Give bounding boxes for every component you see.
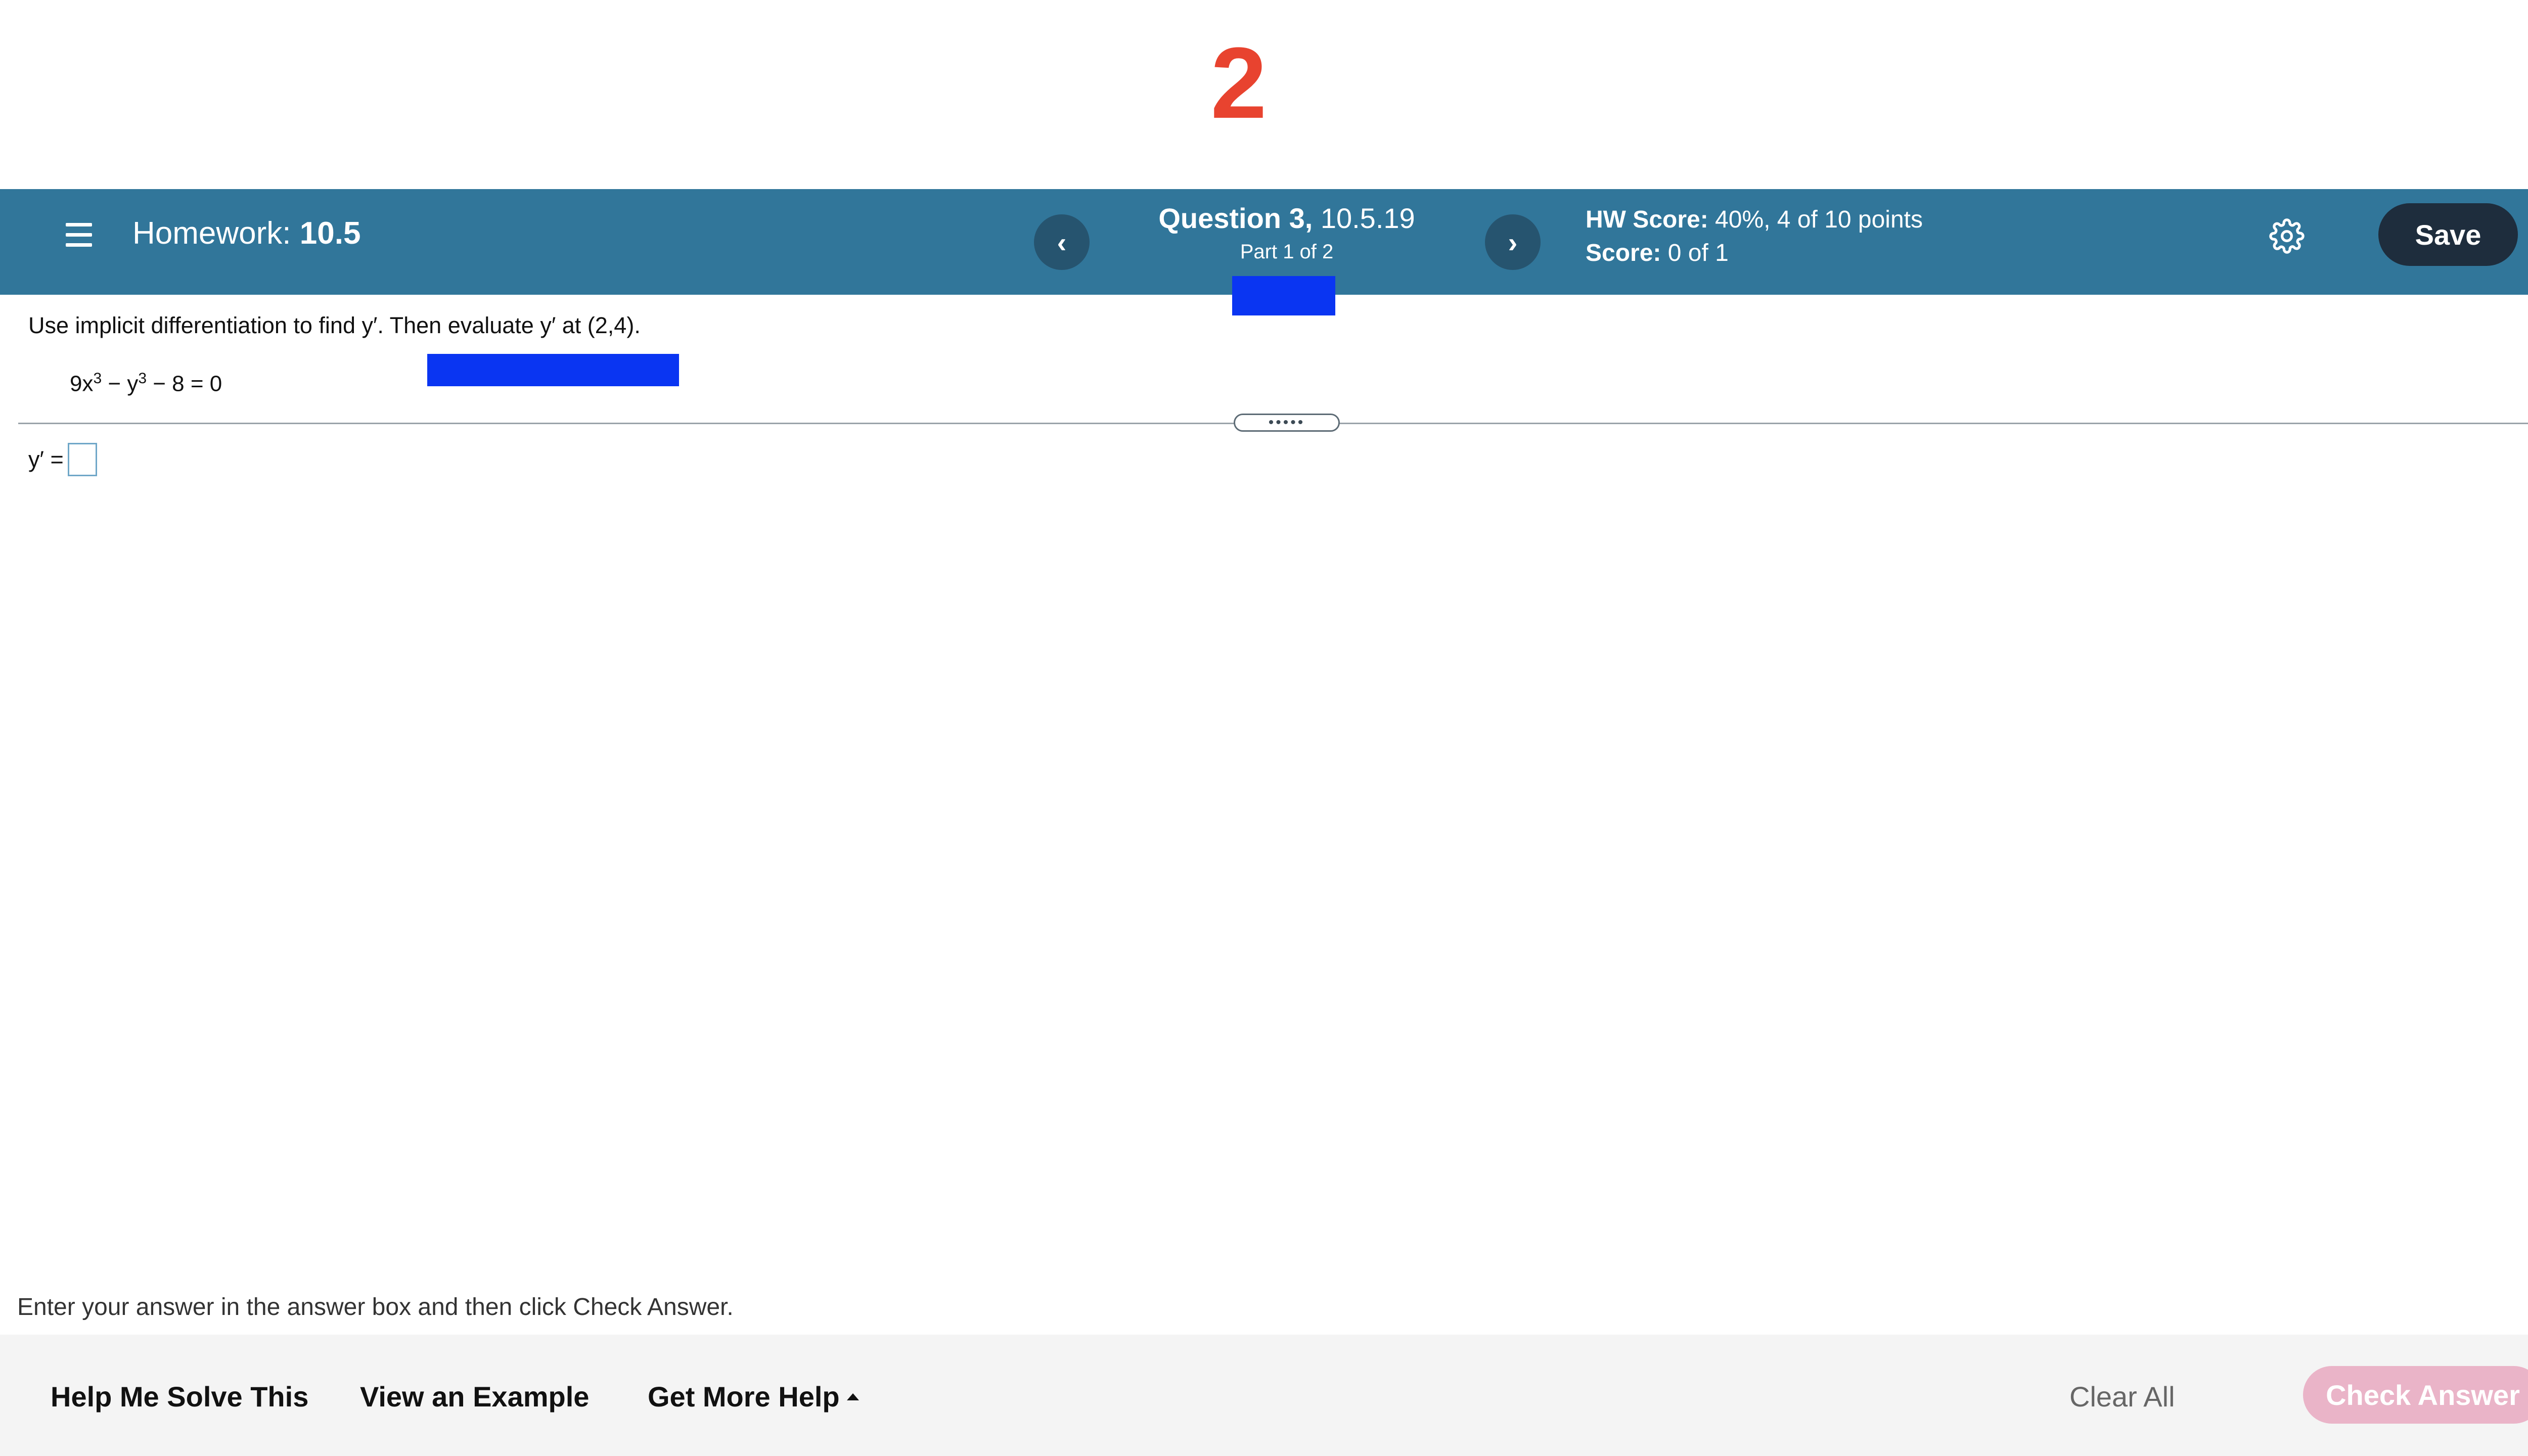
help-me-solve-button[interactable]: Help Me Solve This [51,1380,308,1413]
question-title: Question 3, 10.5.19 [1092,200,1481,237]
check-answer-button[interactable]: Check Answer [2303,1366,2528,1424]
equation-term: − y [102,371,139,396]
equation: 9x3 − y3 − 8 = 0 [70,370,222,397]
score-block: HW Score: 40%, 4 of 10 points Score: 0 o… [1586,203,1923,270]
top-marker: 2 [0,0,2528,189]
question-part: Part 1 of 2 [1240,240,1334,263]
divider-handle[interactable]: ••••• [1234,414,1340,432]
hw-score-label: HW Score: [1586,206,1708,233]
score-label: Score: [1586,240,1661,267]
answer-row: y′ = [28,443,97,476]
equation-exponent: 3 [138,370,147,387]
view-example-button[interactable]: View an Example [360,1380,589,1413]
equation-term: 9x [70,371,94,396]
question-info: Question 3, 10.5.19 Part 1 of 2 [1092,200,1481,264]
gear-icon[interactable] [2269,218,2305,254]
bottom-toolbar: Help Me Solve This View an Example Get M… [0,1335,2528,1456]
equation-term: − 8 = 0 [147,371,222,396]
chevron-right-icon: › [1508,226,1518,258]
answer-hint: Enter your answer in the answer box and … [17,1294,734,1321]
get-more-help-label: Get More Help [648,1381,840,1413]
redaction-block [427,354,679,386]
chevron-left-icon: ‹ [1057,226,1067,258]
menu-icon[interactable] [66,218,98,251]
answer-input[interactable] [67,443,97,476]
hw-score: HW Score: 40%, 4 of 10 points [1586,203,1923,237]
equation-exponent: 3 [93,370,102,387]
homework-name: 10.5 [299,216,361,251]
get-more-help-button[interactable]: Get More Help [648,1380,859,1413]
homework-title: Homework: 10.5 [132,213,360,254]
clear-all-button[interactable]: Clear All [2069,1380,2175,1413]
question-label: Question 3, [1158,202,1313,234]
hw-score-value: 40%, 4 of 10 points [1715,206,1923,233]
save-button[interactable]: Save [2378,203,2518,266]
homework-prefix: Homework: [132,216,291,251]
caret-up-icon [846,1393,859,1401]
next-question-button[interactable]: › [1485,214,1541,270]
previous-question-button[interactable]: ‹ [1034,214,1090,270]
answer-label: y′ = [28,446,64,472]
question-id: 10.5.19 [1320,202,1415,234]
score-value: 0 of 1 [1667,240,1729,267]
question-instruction: Use implicit differentiation to find y′.… [28,312,641,338]
question-score: Score: 0 of 1 [1586,237,1923,270]
redaction-block [1232,276,1335,315]
top-marker-number: 2 [1210,27,1267,140]
